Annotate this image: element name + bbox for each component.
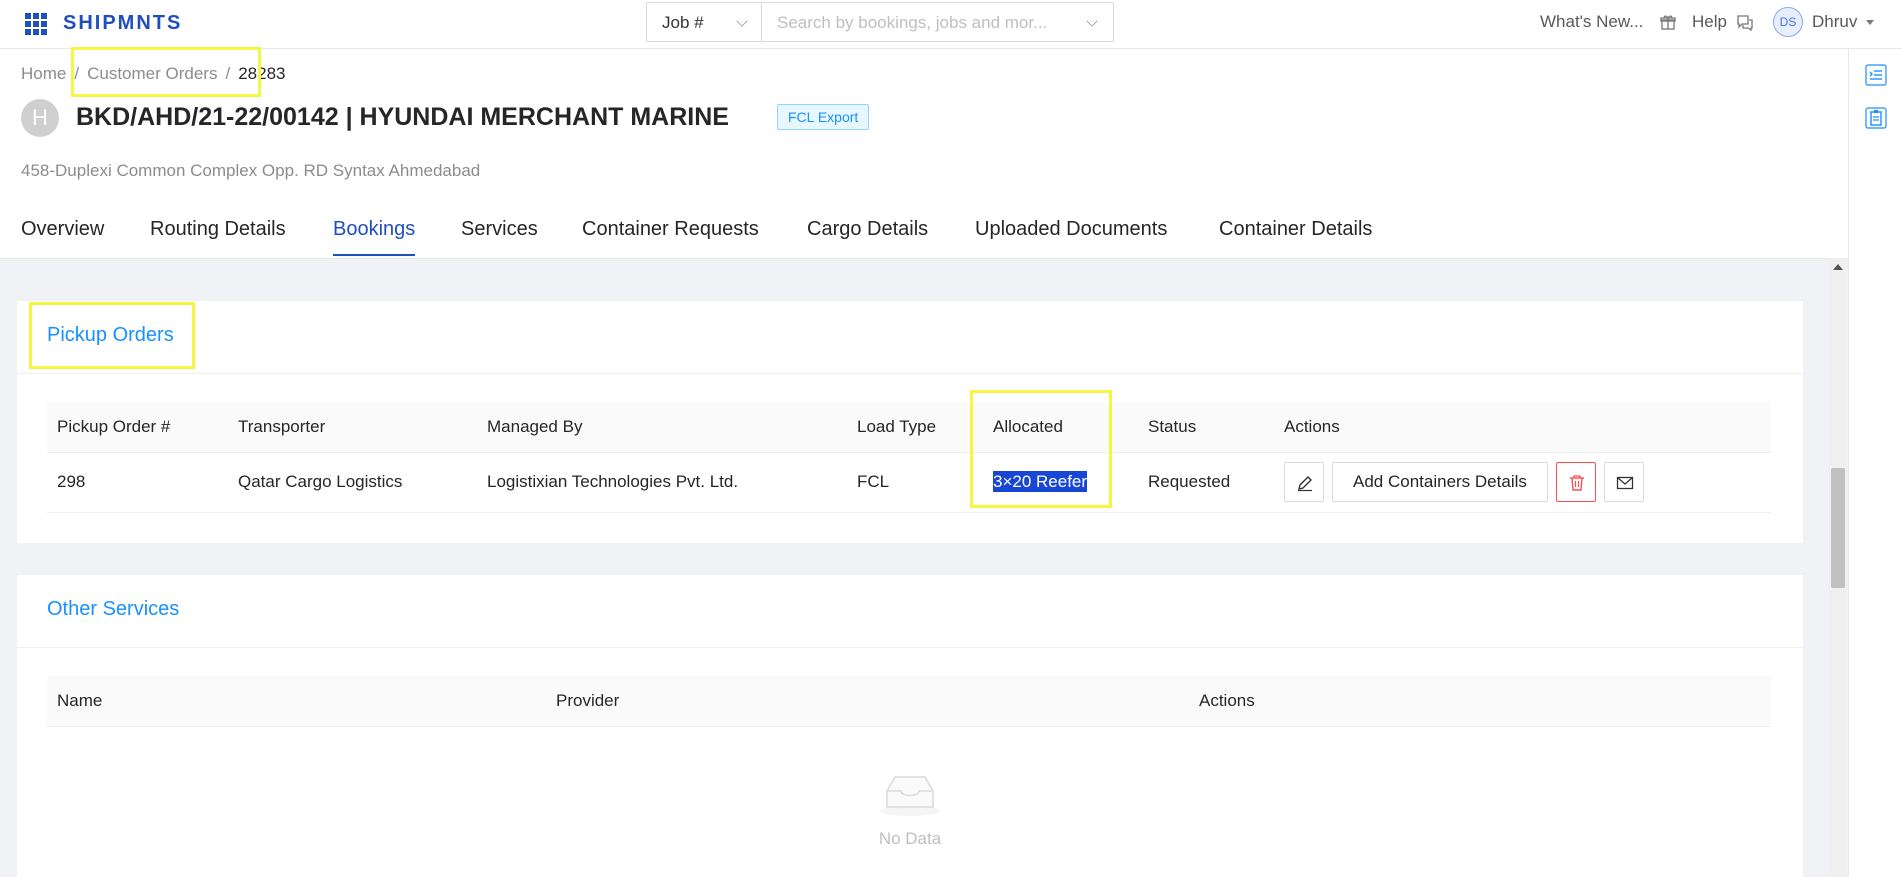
help-link[interactable]: Help (1692, 12, 1727, 32)
customer-address: 458-Duplexi Common Complex Opp. RD Synta… (21, 161, 481, 180)
apps-grid-icon[interactable] (25, 13, 47, 35)
tab-uploaded-documents[interactable]: Uploaded Documents (975, 218, 1167, 256)
col-load-type: Load Type (847, 402, 983, 453)
delete-button[interactable] (1555, 462, 1596, 502)
col-actions: Actions (1189, 676, 1771, 727)
col-name: Name (47, 676, 546, 727)
table-header-row: Name Provider Actions (47, 676, 1771, 727)
col-transporter: Transporter (228, 402, 477, 453)
job-type-value: Job # (662, 13, 704, 32)
card-divider (17, 647, 1803, 648)
chat-icon[interactable] (1736, 14, 1754, 32)
pickup-orders-card: Pickup Orders Pickup Order # Transporter… (17, 301, 1803, 543)
col-provider: Provider (546, 676, 1189, 727)
highlight-box-allocated (970, 390, 1112, 508)
search-placeholder: Search by bookings, jobs and mor... (777, 13, 1048, 32)
cell-managed-by: Logistixian Technologies Pvt. Ltd. (477, 452, 847, 513)
other-services-table: Name Provider Actions (47, 676, 1771, 727)
cell-order-no: 298 (47, 452, 228, 513)
user-avatar[interactable]: DS (1773, 7, 1803, 37)
chevron-down-icon (736, 15, 748, 27)
chevron-down-icon (1086, 15, 1098, 27)
other-services-title: Other Services (47, 598, 180, 620)
user-menu[interactable]: Dhruv (1812, 12, 1857, 32)
card-divider (17, 373, 1803, 374)
col-status: Status (1138, 402, 1274, 453)
page-title: BKD/AHD/21-22/00142 | HYUNDAI MERCHANT M… (76, 103, 729, 131)
empty-state (17, 771, 1803, 822)
content-area: Pickup Orders Pickup Order # Transporter… (0, 258, 1848, 877)
mail-icon (1616, 476, 1634, 490)
tab-routing-details[interactable]: Routing Details (150, 218, 286, 256)
highlight-box-pickup-orders (29, 302, 195, 369)
highlight-box-customer-orders (71, 47, 261, 97)
tab-overview[interactable]: Overview (21, 218, 104, 256)
breadcrumb-home[interactable]: Home (21, 64, 66, 83)
entity-avatar: H (21, 99, 59, 137)
gift-icon[interactable] (1660, 14, 1676, 30)
tab-services[interactable]: Services (461, 218, 538, 256)
email-button[interactable] (1603, 462, 1644, 502)
empty-inbox-icon (880, 776, 940, 816)
scrollbar-thumb[interactable] (1831, 468, 1845, 588)
col-actions: Actions (1274, 402, 1771, 453)
table-row: 298 Qatar Cargo Logistics Logistixian Te… (47, 452, 1771, 513)
cell-status: Requested (1138, 452, 1274, 513)
list-indent-icon[interactable] (1865, 64, 1887, 86)
pencil-icon (1298, 476, 1312, 492)
top-bar: SHIPMNTS Job # Search by bookings, jobs … (0, 0, 1902, 49)
job-type-tag: FCL Export (777, 104, 870, 130)
col-managed-by: Managed By (477, 402, 847, 453)
scroll-up-arrow-icon[interactable] (1833, 264, 1843, 270)
tab-container-details[interactable]: Container Details (1219, 218, 1372, 256)
add-containers-details-button[interactable]: Add Containers Details (1332, 462, 1548, 502)
clipboard-icon[interactable] (1865, 107, 1887, 129)
job-type-select[interactable]: Job # (646, 2, 762, 42)
tab-container-requests[interactable]: Container Requests (582, 218, 759, 256)
other-services-card: Other Services Name Provider Actions No … (17, 575, 1803, 877)
cell-actions: Add Containers Details (1274, 452, 1771, 513)
whats-new-link[interactable]: What's New... (1540, 12, 1643, 32)
edit-button[interactable] (1284, 462, 1324, 502)
tab-bookings[interactable]: Bookings (333, 218, 416, 256)
col-pickup-order-no: Pickup Order # (47, 402, 228, 453)
trash-icon (1569, 475, 1584, 491)
pickup-orders-table: Pickup Order # Transporter Managed By Lo… (47, 402, 1771, 513)
brand-logo[interactable]: SHIPMNTS (63, 12, 182, 35)
empty-state-label: No Data (878, 829, 942, 848)
tab-cargo-details[interactable]: Cargo Details (807, 218, 928, 256)
caret-down-icon[interactable] (1866, 20, 1874, 25)
global-search-input[interactable]: Search by bookings, jobs and mor... (762, 2, 1114, 42)
cell-transporter: Qatar Cargo Logistics (228, 452, 477, 513)
right-side-panel (1848, 49, 1902, 877)
table-header-row: Pickup Order # Transporter Managed By Lo… (47, 402, 1771, 453)
cell-load-type: FCL (847, 452, 983, 513)
